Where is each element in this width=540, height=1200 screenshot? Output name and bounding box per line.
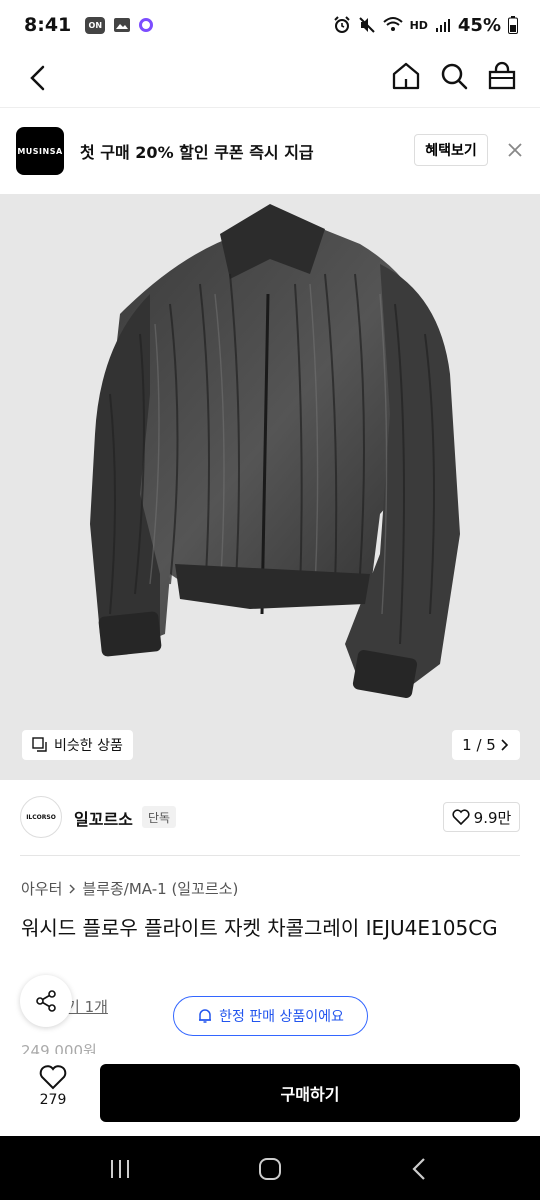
limited-sale-badge[interactable]: 한정 판매 상품이에요 — [173, 996, 368, 1036]
brand-logo[interactable]: ILCORSO — [20, 796, 62, 838]
price-text: 249,000원 — [21, 1042, 97, 1054]
heart-icon — [452, 809, 470, 825]
home-button-icon[interactable] — [256, 1156, 284, 1182]
copy-icon — [32, 737, 47, 752]
recent-apps-icon[interactable] — [106, 1156, 134, 1182]
status-bar: 8:41 ON HD 45% — [0, 0, 540, 50]
wishlist-count: 279 — [39, 1092, 67, 1108]
shopping-bag-icon[interactable] — [486, 60, 518, 92]
share-button[interactable] — [20, 975, 72, 1027]
exclusive-tag: 단독 — [142, 806, 177, 828]
top-nav-bar — [0, 50, 540, 108]
divider — [20, 855, 520, 856]
status-time: 8:41 — [24, 14, 72, 36]
similar-products-label: 비슷한 상품 — [54, 738, 123, 754]
close-icon[interactable] — [505, 140, 525, 160]
brand-like-count: 9.9만 — [473, 808, 512, 827]
bell-icon — [199, 1009, 212, 1023]
battery-icon — [508, 16, 518, 34]
breadcrumb-item[interactable]: 아우터 — [21, 878, 62, 899]
share-icon — [36, 990, 56, 1012]
gallery-icon — [114, 18, 131, 32]
breadcrumb-item[interactable]: 블루종/MA-1 (일꼬르소) — [82, 878, 238, 899]
system-back-icon[interactable] — [406, 1156, 434, 1182]
musinsa-logo: MUSINSA — [16, 127, 64, 175]
signal-icon — [435, 19, 450, 32]
brand-like-button[interactable]: 9.9만 — [443, 802, 520, 832]
battery-percentage: 45% — [457, 14, 501, 36]
chevron-right-icon — [69, 884, 76, 893]
alarm-icon — [333, 16, 350, 33]
review-link[interactable]: 기 1개 — [66, 996, 108, 1017]
buy-button[interactable]: 구매하기 — [100, 1064, 520, 1122]
similar-products-button[interactable]: 비슷한 상품 — [22, 730, 133, 760]
back-arrow-icon[interactable] — [24, 63, 54, 93]
system-navigation-bar — [0, 1136, 540, 1200]
jacket-image — [90, 204, 460, 698]
hd-voice-label: HD — [409, 18, 428, 32]
image-counter[interactable]: 1 / 5 — [452, 730, 520, 760]
heart-icon — [39, 1065, 67, 1090]
product-image[interactable] — [0, 194, 540, 780]
limited-sale-text: 한정 판매 상품이에요 — [219, 1009, 344, 1025]
home-icon[interactable] — [390, 60, 422, 92]
on-badge-icon: ON — [85, 16, 106, 34]
mute-icon — [358, 17, 375, 33]
image-counter-text: 1 / 5 — [462, 736, 496, 754]
search-icon[interactable] — [438, 60, 470, 92]
breadcrumb: 아우터 블루종/MA-1 (일꼬르소) — [21, 878, 238, 899]
app-notification-icon — [139, 18, 154, 32]
wishlist-button[interactable]: 279 — [28, 1064, 78, 1120]
banner-text: 첫 구매 20% 할인 쿠폰 즉시 지급 — [80, 143, 314, 162]
view-benefits-button[interactable]: 혜택보기 — [414, 134, 488, 166]
wifi-icon — [382, 17, 403, 31]
brand-name[interactable]: 일꼬르소 — [74, 806, 133, 830]
chevron-right-icon — [501, 739, 508, 751]
product-title: 워시드 플로우 플라이트 자켓 차콜그레이 IEJU4E105CG — [21, 916, 498, 940]
